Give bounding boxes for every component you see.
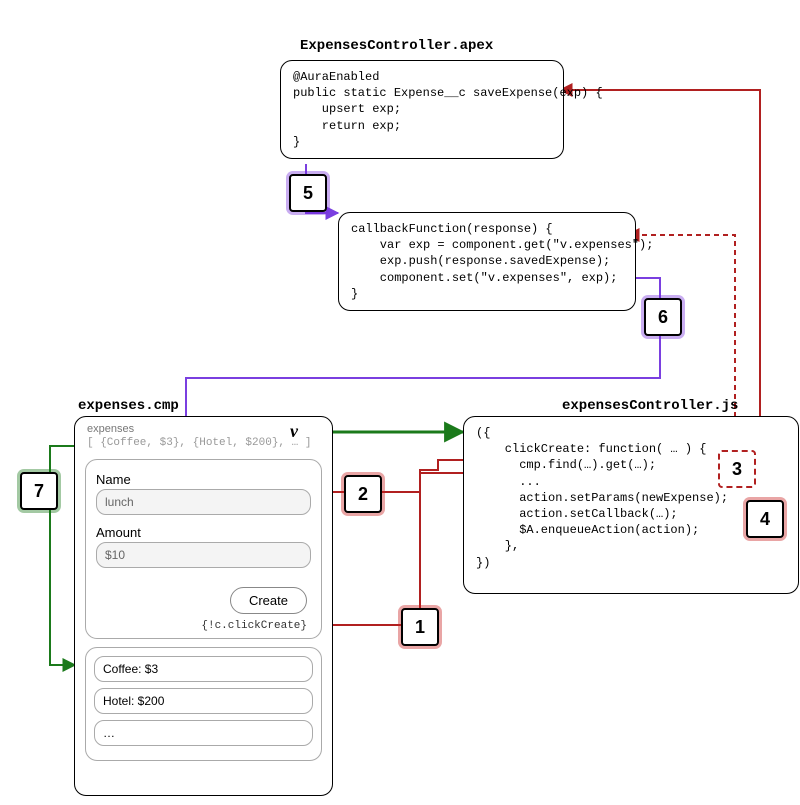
- expense-list: Coffee: $3 Hotel: $200 …: [85, 647, 322, 761]
- js-file-title: expensesController.js: [562, 398, 738, 414]
- callback-code-box: callbackFunction(response) { var exp = c…: [338, 212, 636, 311]
- handler-expression: {!c.clickCreate}: [201, 620, 307, 632]
- name-label: Name: [96, 472, 311, 487]
- expenses-component: expenses [ {Coffee, $3}, {Hotel, $200}, …: [74, 416, 333, 796]
- step-3: 3: [718, 450, 756, 488]
- step-1: 1: [401, 608, 439, 646]
- list-item: Hotel: $200: [94, 688, 313, 714]
- create-button[interactable]: Create: [230, 587, 307, 614]
- list-item: Coffee: $3: [94, 656, 313, 682]
- apex-file-title: ExpensesController.apex: [300, 38, 493, 54]
- step-6: 6: [644, 298, 682, 336]
- amount-field[interactable]: $10: [96, 542, 311, 568]
- amount-label: Amount: [96, 525, 311, 540]
- step-7: 7: [20, 472, 58, 510]
- name-field[interactable]: lunch: [96, 489, 311, 515]
- cmp-file-title: expenses.cmp: [78, 398, 179, 414]
- view-v-label: v: [290, 421, 298, 442]
- step-5: 5: [289, 174, 327, 212]
- step-2: 2: [344, 475, 382, 513]
- expense-form: Name lunch Amount $10 Create {!c.clickCr…: [85, 459, 322, 639]
- step-4: 4: [746, 500, 784, 538]
- list-item: …: [94, 720, 313, 746]
- apex-code-box: @AuraEnabled public static Expense__c sa…: [280, 60, 564, 159]
